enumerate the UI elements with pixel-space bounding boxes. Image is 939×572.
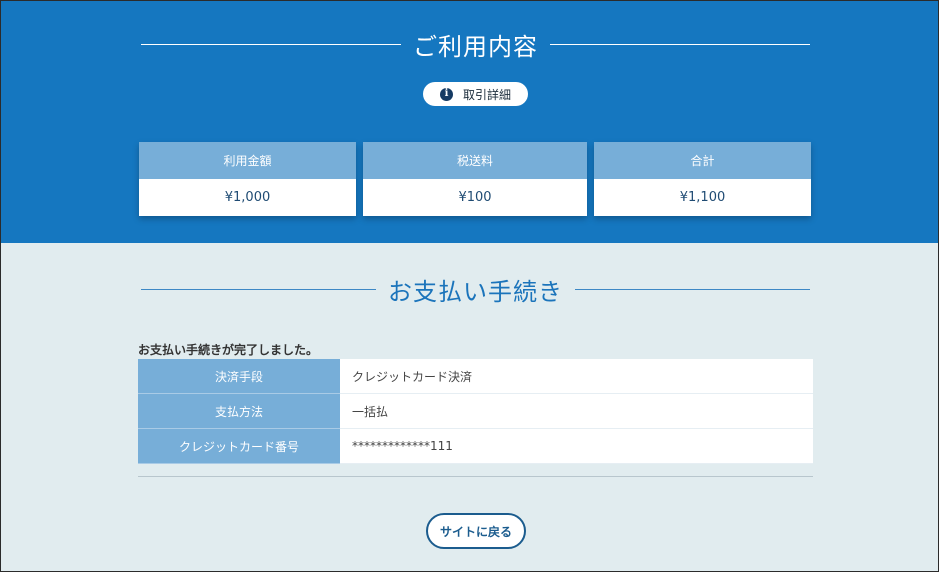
table-row: 支払方法 一括払 (138, 393, 813, 429)
payment-title-row: お支払い手続き (141, 269, 810, 309)
payment-title: お支払い手続き (388, 277, 563, 306)
payment-complete-message: お支払い手続きが完了しました。 (138, 343, 319, 357)
table-row: 決済手段 クレジットカード決済 (138, 359, 813, 394)
shipping-fee-card: 税送料 ¥100 (363, 142, 587, 216)
transaction-detail-button[interactable]: i 取引詳細 (423, 82, 528, 106)
payment-method-value: クレジットカード決済 (340, 359, 813, 394)
return-to-site-button[interactable]: サイトに戻る (426, 513, 526, 549)
usage-title-row: ご利用内容 (141, 24, 810, 64)
total-card: 合計 ¥1,100 (594, 142, 811, 216)
table-row: クレジットカード番号 *************111 (138, 428, 813, 464)
title-rule-left (141, 288, 376, 290)
usage-amount-label: 利用金額 (139, 142, 356, 179)
total-label: 合計 (594, 142, 811, 179)
section-divider (138, 476, 813, 477)
transaction-detail-label: 取引詳細 (462, 87, 511, 102)
shipping-fee-label: 税送料 (363, 142, 587, 179)
usage-amount-value: ¥1,000 (224, 190, 271, 205)
card-number-label: クレジットカード番号 (138, 428, 340, 464)
payment-method-label: 決済手段 (138, 359, 340, 394)
payment-type-value: 一括払 (340, 393, 813, 429)
title-rule-left (141, 43, 401, 45)
usage-section: ご利用内容 i 取引詳細 利用金額 ¥1,000 税送料 ¥100 合計 ¥1,… (1, 1, 938, 243)
card-number-value: *************111 (340, 428, 813, 464)
payment-details-table: 決済手段 クレジットカード決済 支払方法 一括払 クレジットカード番号 ****… (138, 359, 813, 464)
title-rule-right (550, 43, 810, 45)
usage-title: ご利用内容 (413, 32, 538, 61)
title-rule-right (575, 288, 810, 290)
usage-amount-card: 利用金額 ¥1,000 (139, 142, 356, 216)
shipping-fee-value: ¥100 (458, 190, 492, 205)
page-frame: ご利用内容 i 取引詳細 利用金額 ¥1,000 税送料 ¥100 合計 ¥1,… (0, 0, 939, 572)
total-value: ¥1,100 (679, 190, 726, 205)
info-icon: i (439, 87, 453, 101)
payment-type-label: 支払方法 (138, 393, 340, 429)
